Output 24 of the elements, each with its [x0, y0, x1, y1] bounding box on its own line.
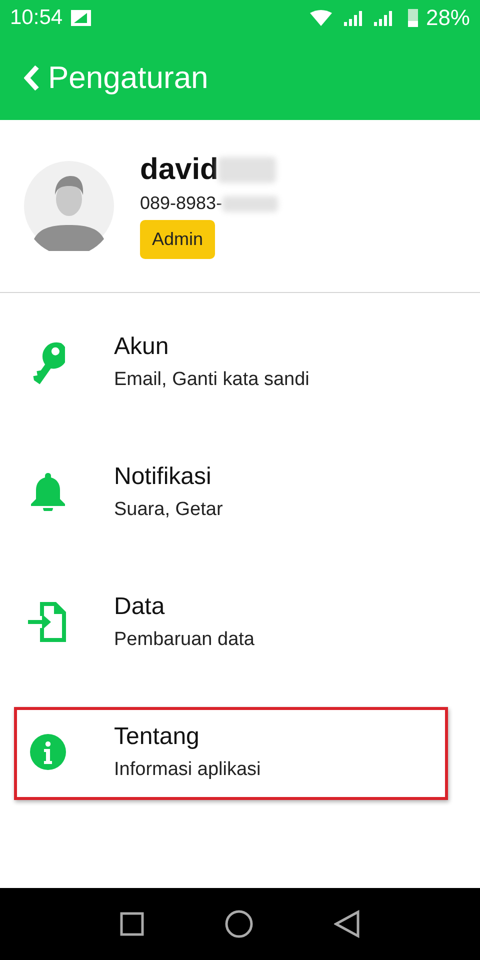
file-import-icon	[28, 602, 68, 642]
back-icon	[24, 65, 40, 91]
item-subtitle: Pembaruan data	[114, 629, 254, 651]
item-subtitle: Suara, Getar	[114, 499, 223, 521]
settings-item[interactable]: Data Pembaruan data	[0, 557, 480, 687]
battery-percent: 28%	[426, 5, 470, 31]
item-title: Tentang	[114, 723, 200, 751]
settings-item[interactable]: Notifikasi Suara, Getar	[0, 427, 480, 557]
settings-item[interactable]: Tentang Informasi aplikasi	[0, 687, 480, 817]
bell-icon	[31, 473, 65, 511]
status-time: 10:54	[10, 6, 63, 30]
item-subtitle: Informasi aplikasi	[114, 759, 261, 781]
battery-icon	[408, 9, 418, 27]
image-icon	[70, 10, 91, 26]
wifi-icon	[310, 10, 332, 26]
item-title: Akun	[114, 333, 170, 361]
settings-item[interactable]: Akun Email, Ganti kata sandi	[0, 297, 480, 427]
user-name: david	[140, 153, 218, 187]
item-title: Notifikasi	[114, 463, 212, 491]
role-badge: Admin	[140, 220, 216, 259]
info-icon	[30, 734, 66, 770]
item-title: Data	[114, 593, 166, 621]
phone-number: 089-8983-	[140, 193, 222, 214]
item-subtitle: Email, Ganti kata sandi	[114, 369, 310, 391]
